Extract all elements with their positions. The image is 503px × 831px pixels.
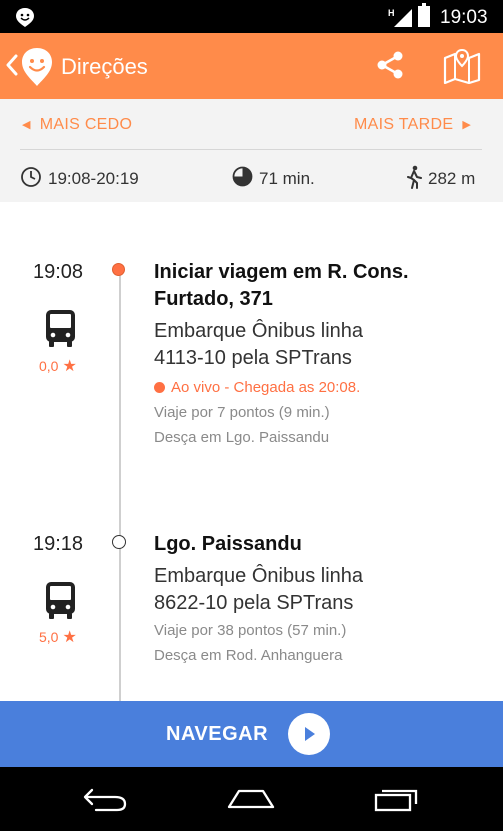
step-alight: Desça em Rod. Anhanguera bbox=[154, 647, 343, 664]
walk-distance: 282 m bbox=[428, 169, 476, 188]
earlier-label: MAIS CEDO bbox=[39, 116, 133, 133]
bus-icon bbox=[46, 310, 75, 347]
home-nav-icon[interactable] bbox=[226, 787, 276, 811]
star-icon: ★ bbox=[62, 358, 77, 375]
chevron-left-icon: ◀ bbox=[22, 119, 31, 131]
navigate-label: NAVEGAR bbox=[166, 723, 269, 745]
share-icon[interactable] bbox=[376, 50, 404, 80]
step-alight: Desça em Lgo. Paissandu bbox=[154, 429, 330, 446]
list-item[interactable]: 19:08 0,0 ★ Iniciar viagem em R. Cons. Fu… bbox=[0, 202, 503, 472]
star-icon: ★ bbox=[62, 629, 77, 646]
step-description-line: 8622-10 pela SPTrans bbox=[154, 592, 354, 614]
back-icon[interactable] bbox=[6, 53, 18, 77]
step-stops: Viaje por 7 pontos (9 min.) bbox=[154, 404, 330, 421]
step-description-line: Embarque Ônibus linha bbox=[154, 565, 364, 587]
app-notification-icon bbox=[16, 8, 34, 27]
step-title-line: Furtado, 371 bbox=[154, 288, 273, 310]
earlier-button[interactable]: ◀ MAIS CEDO bbox=[22, 116, 132, 134]
chevron-right-icon: ▶ bbox=[462, 119, 472, 131]
back-nav-icon[interactable] bbox=[82, 786, 128, 812]
rating: 0,0 ★ bbox=[39, 356, 77, 376]
step-description: Embarque Ônibus linha 8622-10 pela SPTra… bbox=[154, 563, 484, 617]
walk-icon bbox=[407, 165, 422, 189]
page-title: Direções bbox=[61, 54, 148, 79]
recents-nav-icon[interactable] bbox=[373, 786, 419, 812]
bus-icon bbox=[46, 582, 75, 619]
play-icon bbox=[305, 727, 315, 741]
rating-value: 5,0 bbox=[39, 629, 59, 645]
trip-navigation: ◀ MAIS CEDO MAIS TARDE ▶ 19:08-20:19 71 mi… bbox=[0, 99, 503, 202]
later-button[interactable]: MAIS TARDE ▶ bbox=[354, 116, 471, 134]
step-title: Lgo. Paissandu bbox=[154, 533, 302, 555]
signal-icon: H bbox=[388, 8, 412, 27]
step-description-line: Embarque Ônibus linha bbox=[154, 320, 364, 342]
system-nav-bar bbox=[0, 767, 503, 831]
svg-text:H: H bbox=[388, 8, 395, 18]
map-icon[interactable] bbox=[442, 48, 482, 84]
divider bbox=[20, 149, 482, 150]
step-description-line: 4113-10 pela SPTrans bbox=[154, 347, 352, 369]
live-dot-icon bbox=[154, 382, 165, 393]
timeline-dot-active bbox=[112, 263, 125, 276]
battery-icon bbox=[418, 3, 430, 27]
time-range: 19:08-20:19 bbox=[48, 169, 139, 188]
step-title: Iniciar viagem em R. Cons. Furtado, 371 bbox=[154, 259, 474, 313]
clock: 19:03 bbox=[440, 7, 488, 28]
app-bar: Direções bbox=[0, 33, 503, 99]
rating: 5,0 ★ bbox=[39, 627, 77, 647]
later-label: MAIS TARDE bbox=[354, 116, 454, 133]
clock-icon bbox=[21, 167, 41, 187]
live-arrival-text: Ao vivo - Chegada as 20:08. bbox=[171, 379, 361, 396]
navigate-button[interactable]: NAVEGAR bbox=[0, 701, 503, 767]
rating-value: 0,0 bbox=[39, 358, 59, 374]
step-time: 19:18 bbox=[33, 533, 84, 555]
play-button[interactable] bbox=[288, 713, 330, 755]
timeline-dot bbox=[112, 535, 126, 549]
step-description: Embarque Ônibus linha 4113-10 pela SPTra… bbox=[154, 318, 484, 372]
status-bar: H 19:03 bbox=[0, 0, 503, 33]
live-arrival: Ao vivo - Chegada as 20:08. bbox=[154, 379, 360, 396]
step-stops: Viaje por 38 pontos (57 min.) bbox=[154, 622, 347, 639]
moovit-logo-icon[interactable] bbox=[20, 47, 54, 87]
step-time: 19:08 bbox=[33, 261, 84, 283]
duration: 71 min. bbox=[259, 169, 315, 188]
list-item[interactable]: 19:18 5,0 ★ Lgo. Paissandu Embarque Ônibu… bbox=[0, 502, 503, 701]
trip-steps: 19:08 0,0 ★ Iniciar viagem em R. Cons. Fu… bbox=[0, 202, 503, 701]
duration-pie-icon bbox=[232, 166, 253, 187]
step-title-line: Iniciar viagem em R. Cons. bbox=[154, 261, 409, 283]
